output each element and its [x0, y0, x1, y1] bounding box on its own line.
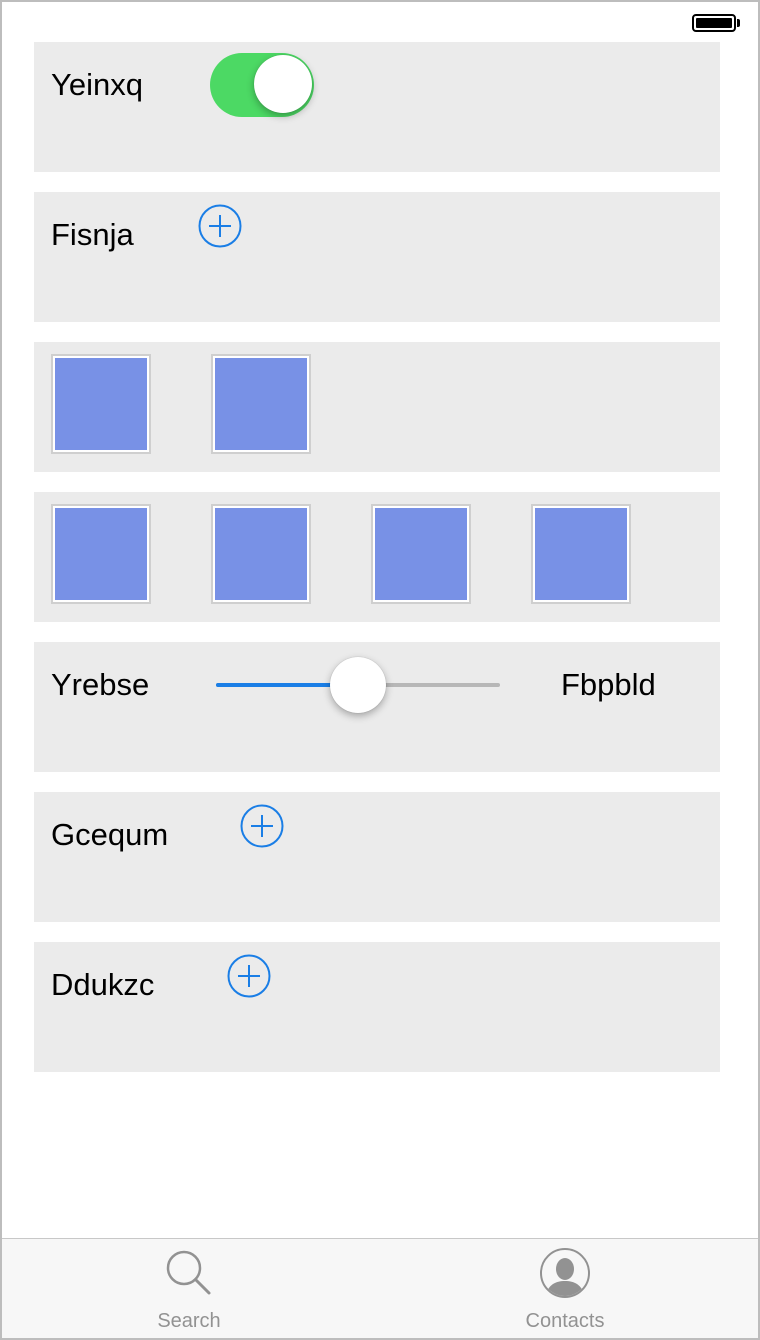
gcequm-add-button[interactable]	[240, 804, 284, 848]
app-screen: Yeinxq Fisnja Yrebse Fbpbld Gcequm Ddukz…	[0, 0, 760, 1340]
battery-icon	[692, 14, 736, 32]
slider-track[interactable]	[216, 657, 500, 713]
add-circle-icon	[240, 804, 284, 848]
add-circle-icon	[198, 204, 242, 248]
color-swatch[interactable]	[371, 504, 471, 604]
toggle-row: Yeinxq	[34, 42, 720, 172]
gcequm-label: Gcequm	[51, 817, 169, 852]
slider-min-label: Yrebse	[51, 667, 150, 702]
fisnja-row: Fisnja	[34, 192, 720, 322]
tab-contacts[interactable]: Contacts	[465, 1239, 665, 1338]
color-swatch[interactable]	[531, 504, 631, 604]
fisnja-label: Fisnja	[51, 217, 134, 252]
toggle-knob	[254, 55, 312, 113]
contacts-icon	[540, 1248, 590, 1298]
color-swatch[interactable]	[211, 354, 311, 454]
color-swatch[interactable]	[51, 354, 151, 454]
swatch-row-four	[34, 492, 720, 622]
slider-thumb[interactable]	[330, 657, 386, 713]
tab-contacts-label: Contacts	[525, 1310, 605, 1332]
search-icon	[166, 1250, 211, 1295]
tab-search-label: Search	[157, 1310, 221, 1332]
battery-tip	[737, 19, 740, 27]
tab-bar: Search Contacts	[2, 1238, 758, 1338]
yeinxq-toggle[interactable]	[210, 53, 314, 117]
gcequm-row: Gcequm	[34, 792, 720, 922]
ddukzc-label: Ddukzc	[51, 967, 155, 1002]
ddukzc-row: Ddukzc	[34, 942, 720, 1072]
fisnja-add-button[interactable]	[198, 204, 242, 248]
swatch-row-two	[34, 342, 720, 472]
slider-max-label: Fbpbld	[561, 667, 656, 702]
color-swatch[interactable]	[211, 504, 311, 604]
toggle-row-label: Yeinxq	[51, 67, 143, 102]
color-swatch[interactable]	[51, 504, 151, 604]
tab-search[interactable]: Search	[89, 1239, 289, 1338]
add-circle-icon	[227, 954, 271, 998]
slider-row: Yrebse Fbpbld	[34, 642, 720, 772]
ddukzc-add-button[interactable]	[227, 954, 271, 998]
